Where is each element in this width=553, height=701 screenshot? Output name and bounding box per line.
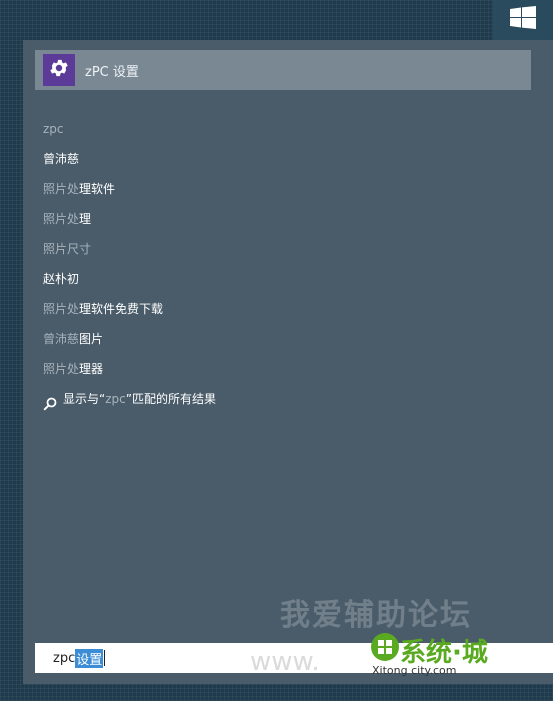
suggestion-rest: 赵朴初	[43, 272, 80, 286]
brand-www: www.	[250, 647, 320, 677]
gear-icon	[48, 57, 70, 83]
suggestion-rest: 理器	[79, 362, 104, 376]
suggestion-match: 照片处	[43, 362, 80, 376]
top-result-settings[interactable]: zPC 设置	[35, 50, 531, 90]
suggestion-item[interactable]: 照片处理软件	[43, 174, 533, 204]
show-all-term: zpc	[105, 392, 126, 406]
suggestion-rest: 图片	[79, 332, 104, 346]
text-cursor	[104, 650, 106, 666]
windows-logo-icon	[510, 6, 536, 34]
brand-watermark: 系统·城 Xitong city.com	[370, 630, 540, 680]
suggestion-item[interactable]: 曾沛慈	[43, 144, 533, 174]
show-all-suffix: ”匹配的所有结果	[125, 392, 216, 406]
suggestion-item[interactable]: zpc	[43, 114, 533, 144]
suggestion-item[interactable]: 照片处理软件免费下载	[43, 294, 533, 324]
suggestion-item[interactable]: 照片处理器	[43, 354, 533, 384]
settings-app-icon	[43, 54, 75, 86]
search-panel: zPC 设置 zpc 曾沛慈 照片处理软件 照片处理 照片尺寸 赵朴初 照片处理…	[23, 40, 553, 684]
start-button[interactable]	[493, 0, 553, 40]
suggestion-rest: 理软件	[79, 182, 116, 196]
suggestion-match: zpc	[43, 122, 64, 136]
top-result-label: zPC 设置	[85, 64, 139, 80]
suggestion-item[interactable]: 照片尺寸	[43, 234, 533, 264]
suggestion-item[interactable]: 曾沛慈图片	[43, 324, 533, 354]
brand-logo-icon	[370, 632, 400, 666]
show-all-prefix: 显示与“	[63, 392, 106, 406]
brand-url: Xitong city.com	[372, 664, 457, 677]
suggestion-rest: 理软件免费下载	[79, 302, 164, 316]
suggestion-match: 照片处	[43, 212, 80, 226]
suggestion-item[interactable]: 赵朴初	[43, 264, 533, 294]
suggestion-match: 照片尺寸	[43, 242, 92, 256]
watermark-text: 我爱辅助论坛	[280, 598, 472, 633]
show-all-results-link[interactable]: 显示与“ zpc ”匹配的所有结果	[43, 384, 533, 414]
suggestion-match: 照片处	[43, 182, 80, 196]
suggestion-rest: 理	[79, 212, 92, 226]
suggestion-match: 曾沛慈	[43, 332, 80, 346]
suggestion-match: 照片处	[43, 302, 80, 316]
search-input-typed: zpc	[53, 650, 76, 666]
search-icon	[43, 392, 57, 411]
suggestion-item[interactable]: 照片处理	[43, 204, 533, 234]
suggestion-rest: 曾沛慈	[43, 152, 80, 166]
suggestion-list: zpc 曾沛慈 照片处理软件 照片处理 照片尺寸 赵朴初 照片处理软件免费下载 …	[43, 114, 533, 414]
search-input-selection: 设置	[75, 648, 104, 668]
